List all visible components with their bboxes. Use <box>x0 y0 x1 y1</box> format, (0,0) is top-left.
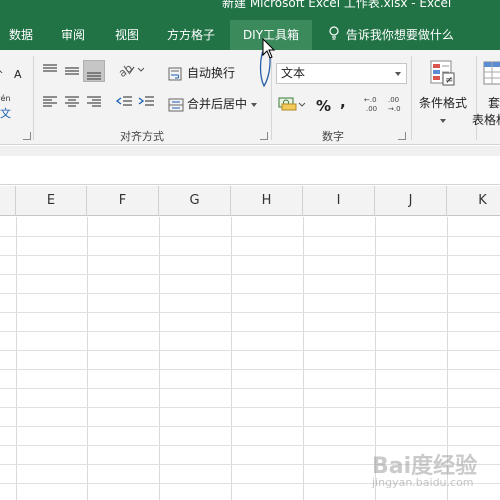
tab-review[interactable]: 审阅 <box>50 20 96 50</box>
column-header-g[interactable]: G <box>159 186 231 216</box>
row-gridline <box>0 445 500 446</box>
chevron-down-icon <box>395 72 401 76</box>
row-gridline <box>0 388 500 389</box>
conditional-format-label: 条件格式 <box>418 96 467 110</box>
orientation-icon[interactable]: ab <box>116 60 144 80</box>
wrap-text-button[interactable]: 自动换行 <box>168 63 235 83</box>
chevron-down-icon <box>251 102 258 107</box>
column-gridline <box>159 217 160 500</box>
row-gridline <box>0 274 500 275</box>
excel-window: 新建 Microsoft Excel 工作表.xlsx - Excel 数据 审… <box>0 0 500 500</box>
column-headers: E F G H I J K <box>0 186 500 216</box>
group-separator <box>411 56 412 140</box>
percent-style-button[interactable]: % <box>316 96 331 116</box>
row-gridline <box>0 293 500 294</box>
accounting-format-icon[interactable] <box>277 94 307 114</box>
tell-me-search[interactable]: 告诉我你想要做什么 <box>328 20 454 50</box>
merge-cells-icon <box>168 98 184 112</box>
increase-indent-icon[interactable] <box>136 92 156 112</box>
row-gridline <box>0 350 500 351</box>
column-header-j[interactable]: J <box>375 186 447 216</box>
column-header-k[interactable]: K <box>447 186 500 216</box>
row-gridline <box>0 255 500 256</box>
font-size-caret-icon: ^ <box>0 70 4 80</box>
wrap-text-icon <box>168 67 184 81</box>
row-gridline <box>0 236 500 237</box>
font-dialog-launcher-icon[interactable] <box>23 132 31 140</box>
column-header-i[interactable]: I <box>303 186 375 216</box>
conditional-format-icon: ≠ <box>428 58 458 88</box>
formula-bar[interactable] <box>0 156 500 185</box>
number-format-dropdown[interactable]: 文本 <box>276 63 407 84</box>
column-gridline <box>231 217 232 500</box>
column-header-e[interactable]: E <box>16 186 87 216</box>
tell-me-label: 告诉我你想要做什么 <box>345 28 454 42</box>
align-bottom-icon[interactable] <box>83 60 105 82</box>
tab-data[interactable]: 数据 <box>0 20 42 50</box>
row-gridline <box>0 369 500 370</box>
decrease-decimal-icon[interactable]: .00 →.0 <box>388 94 410 114</box>
mouse-pointer-icon <box>262 38 276 59</box>
tab-view[interactable]: 视图 <box>104 20 150 50</box>
number-dialog-launcher-icon[interactable] <box>398 132 406 140</box>
phonetic-wen-label: 文 <box>0 107 11 120</box>
column-gridline <box>87 217 88 500</box>
merge-center-button[interactable]: 合并后居中 <box>168 94 258 114</box>
ribbon-gap <box>0 146 500 156</box>
svg-text:.00: .00 <box>366 105 377 113</box>
alignment-dialog-launcher-icon[interactable] <box>260 132 268 140</box>
group-separator <box>33 56 34 140</box>
row-gridline <box>0 426 500 427</box>
row-gridline <box>0 407 500 408</box>
align-center-icon[interactable] <box>62 92 82 112</box>
number-group-label: 数字 <box>322 130 344 143</box>
format-table-label-1: 套 <box>488 96 500 110</box>
baidu-watermark: Bai度经验 jingyan.baidu.com <box>372 454 478 489</box>
column-header-h[interactable]: H <box>231 186 303 216</box>
align-left-icon[interactable] <box>40 92 60 112</box>
svg-text:←.0: ←.0 <box>364 96 377 104</box>
decrease-indent-icon[interactable] <box>114 92 134 112</box>
column-header-f[interactable]: F <box>87 186 159 216</box>
increase-decimal-icon[interactable]: ←.0.00 <box>364 94 386 114</box>
svg-text:→.0: →.0 <box>388 105 401 113</box>
column-header-partial[interactable] <box>0 186 16 216</box>
row-gridline <box>0 312 500 313</box>
tab-fangfang[interactable]: 方方格子 <box>160 20 222 50</box>
align-top-icon[interactable] <box>40 60 60 80</box>
window-title: 新建 Microsoft Excel 工作表.xlsx - Excel <box>222 0 452 10</box>
chevron-down-icon <box>440 118 446 123</box>
svg-text:.00: .00 <box>388 96 399 104</box>
align-right-icon[interactable] <box>84 92 104 112</box>
row-gridline <box>0 331 500 332</box>
comma-style-button[interactable]: , <box>340 92 346 112</box>
svg-text:≠: ≠ <box>445 75 453 86</box>
format-table-label-2: 表格格 <box>472 113 500 127</box>
conditional-format-button[interactable]: ≠ 条件格式 <box>416 58 470 127</box>
column-gridline <box>16 217 17 500</box>
svg-text:ab: ab <box>116 61 135 80</box>
alignment-group-label: 对齐方式 <box>120 130 164 143</box>
shrink-font-button[interactable]: A <box>14 64 22 84</box>
lightbulb-icon <box>328 21 342 51</box>
column-gridline <box>303 217 304 500</box>
format-as-table-button[interactable]: 套 表格格 <box>472 58 500 128</box>
decrease-font-button[interactable]: ^ <box>0 64 4 84</box>
align-middle-icon[interactable] <box>62 60 82 80</box>
format-table-icon <box>480 58 500 88</box>
